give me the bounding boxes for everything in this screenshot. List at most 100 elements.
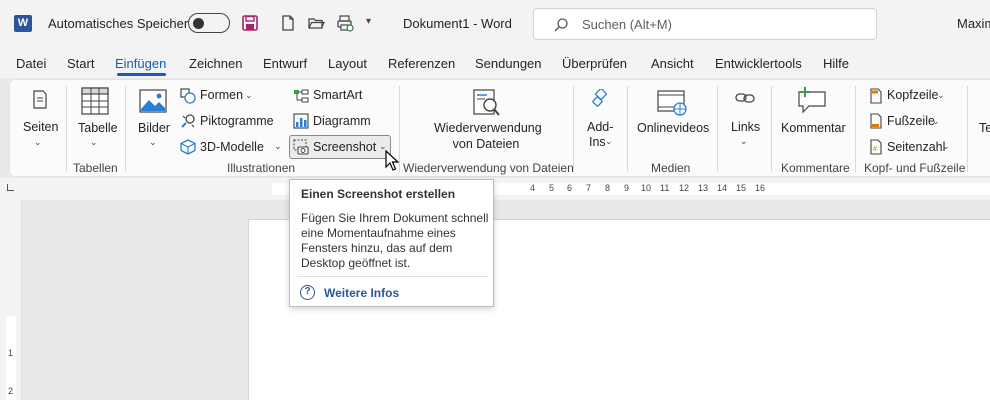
tab-selector-icon[interactable] [7, 184, 14, 191]
screenshot-icon [293, 139, 309, 155]
group-separator [66, 86, 67, 172]
tab-entwurf[interactable]: Entwurf [263, 56, 307, 71]
group-label-medien: Medien [651, 161, 691, 175]
group-separator [855, 86, 856, 172]
pages-icon [33, 90, 47, 109]
shapes-icon [180, 88, 196, 104]
comment-icon [798, 87, 826, 114]
pictures-label: Bilder [138, 121, 170, 135]
smartart-icon [294, 89, 309, 103]
search-placeholder: Suchen (Alt+M) [582, 17, 672, 32]
vertical-ruler-number: 1 [8, 348, 14, 358]
chevron-down-icon: ⌄ [942, 141, 950, 151]
footer-label: Fußzeile [887, 114, 935, 128]
ruler-number: 11 [660, 183, 670, 193]
active-tab-indicator [117, 73, 166, 76]
print-preview-icon[interactable] [336, 14, 354, 32]
tooltip-body: Fügen Sie Ihrem Dokument schnell eine Mo… [301, 211, 489, 270]
chevron-down-icon: ⌄ [274, 141, 282, 151]
icons-label: Piktogramme [200, 114, 274, 128]
screenshot-button[interactable]: Screenshot ⌄ [289, 135, 391, 159]
ribbon-tabs: Datei Start Einfügen Zeichnen Entwurf La… [0, 48, 990, 78]
document-title: Dokument1 - Word [403, 16, 512, 31]
tab-start[interactable]: Start [67, 56, 94, 71]
ruler-number: 13 [698, 183, 709, 193]
help-icon[interactable]: ? [300, 285, 315, 300]
group-label-tabellen: Tabellen [73, 161, 118, 175]
tooltip-divider [297, 276, 488, 277]
user-name[interactable]: Maxim [957, 16, 990, 31]
page-number-icon: # [870, 139, 882, 155]
tab-datei[interactable]: Datei [16, 56, 46, 71]
pictures-icon [139, 89, 167, 113]
online-video-icon [657, 90, 687, 116]
ruler-number: 7 [586, 183, 592, 193]
ruler-number: 6 [567, 183, 573, 193]
shapes-label: Formen [200, 88, 244, 102]
online-video-label: Onlinevideos [637, 121, 710, 135]
tab-hilfe[interactable]: Hilfe [823, 56, 849, 71]
group-label-illustrationen: Illustrationen [227, 161, 296, 175]
chevron-down-icon: ⌄ [34, 137, 42, 147]
3d-models-icon [180, 139, 196, 155]
tab-referenzen[interactable]: Referenzen [388, 56, 455, 71]
open-folder-icon[interactable] [307, 14, 325, 32]
pages-label: Seiten [23, 120, 59, 134]
ruler-number: 14 [717, 183, 728, 193]
group-separator [573, 86, 574, 172]
tab-entwicklertools[interactable]: Entwicklertools [715, 56, 802, 71]
search-input[interactable]: Suchen (Alt+M) [533, 8, 877, 40]
search-icon [554, 18, 568, 32]
word-logo-icon[interactable]: W [14, 15, 32, 32]
autosave-label: Automatisches Speichern [48, 16, 196, 31]
new-document-icon[interactable] [279, 14, 297, 32]
mouse-cursor-icon [385, 150, 399, 171]
ruler-number: 10 [641, 183, 652, 193]
chart-icon [293, 113, 309, 129]
toggle-knob [193, 18, 204, 29]
ruler-number: 9 [624, 183, 630, 193]
reuse-files-label-2: von Dateien [452, 137, 520, 151]
ruler-number: 5 [549, 183, 555, 193]
tab-sendungen[interactable]: Sendungen [475, 56, 542, 71]
autosave-toggle[interactable] [188, 13, 230, 33]
ribbon: Seiten ⌄ Tabelle ⌄ Tabellen Bilder ⌄ For… [9, 79, 990, 177]
group-label-wiederverwendung: Wiederverwendung von Dateien [403, 161, 574, 175]
icons-icon [181, 114, 195, 128]
ruler-number: 12 [679, 183, 690, 193]
links-label: Links [731, 120, 761, 134]
comment-label: Kommentar [781, 121, 846, 135]
page-number-label: Seitenzahl [887, 140, 946, 154]
chart-label: Diagramm [313, 114, 371, 128]
add-ins-label-2: Ins [589, 135, 606, 149]
ruler-number: 15 [736, 183, 747, 193]
tab-zeichnen[interactable]: Zeichnen [189, 56, 242, 71]
ruler-number: 4 [530, 183, 536, 193]
ruler-number: 16 [755, 183, 766, 193]
group-separator [125, 86, 126, 172]
chevron-down-icon: ⌄ [149, 137, 157, 147]
tab-layout[interactable]: Layout [328, 56, 367, 71]
tooltip-title: Einen Screenshot erstellen [301, 187, 456, 201]
chevron-down-icon: ⌄ [605, 136, 613, 146]
title-bar: W Automatisches Speichern ▾ Dokument1 - … [0, 0, 990, 48]
chevron-down-icon: ⌄ [932, 116, 940, 126]
add-ins-icon [592, 89, 607, 107]
header-label: Kopfzeile [887, 88, 939, 102]
save-icon[interactable] [241, 14, 259, 32]
reuse-files-icon [473, 89, 500, 116]
vertical-ruler-number: 2 [8, 386, 14, 396]
tab-ansicht[interactable]: Ansicht [651, 56, 694, 71]
group-separator [967, 86, 968, 172]
link-icon [735, 93, 755, 103]
tab-einfuegen[interactable]: Einfügen [115, 56, 166, 71]
group-separator [627, 86, 628, 172]
textbox-label-partial[interactable]: Te [979, 121, 990, 135]
more-info-link[interactable]: Weitere Infos [324, 286, 399, 300]
chevron-down-icon: ⌄ [245, 90, 253, 100]
group-label-kommentare: Kommentare [781, 161, 850, 175]
screenshot-tooltip: Einen Screenshot erstellen Fügen Sie Ihr… [289, 179, 494, 307]
table-label: Tabelle [78, 121, 118, 135]
tab-ueberpruefen[interactable]: Überprüfen [562, 56, 627, 71]
customize-qat-icon[interactable]: ▾ [366, 16, 384, 34]
